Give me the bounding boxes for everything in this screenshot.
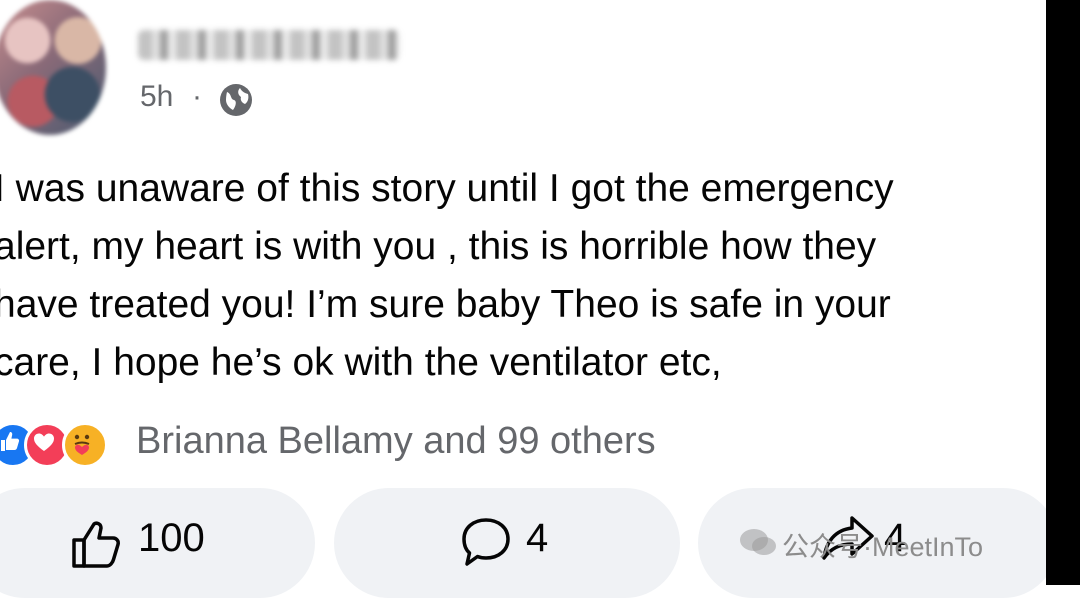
reaction-icons[interactable]: [0, 420, 130, 470]
meta-separator: ·: [192, 80, 202, 113]
globe-icon[interactable]: [218, 82, 254, 118]
author-name-blurred[interactable]: [138, 30, 400, 60]
like-count: 100: [138, 516, 205, 560]
wechat-watermark-icon: [740, 529, 776, 555]
comment-button[interactable]: 4: [334, 488, 680, 598]
comment-bubble-icon: [462, 518, 510, 566]
black-edge-bar: [1046, 0, 1080, 585]
author-avatar[interactable]: [0, 0, 106, 135]
post-body-text: I was unaware of this story until I got …: [0, 167, 894, 384]
watermark-text: 公众号·MeetInTo: [782, 532, 984, 562]
post-timestamp[interactable]: 5h: [140, 80, 173, 114]
thumbs-up-icon: [72, 521, 120, 568]
like-button[interactable]: 100: [0, 488, 315, 598]
comment-count: 4: [526, 516, 549, 560]
reaction-summary[interactable]: Brianna Bellamy and 99 others: [136, 420, 656, 463]
care-reaction-icon: [62, 422, 108, 468]
